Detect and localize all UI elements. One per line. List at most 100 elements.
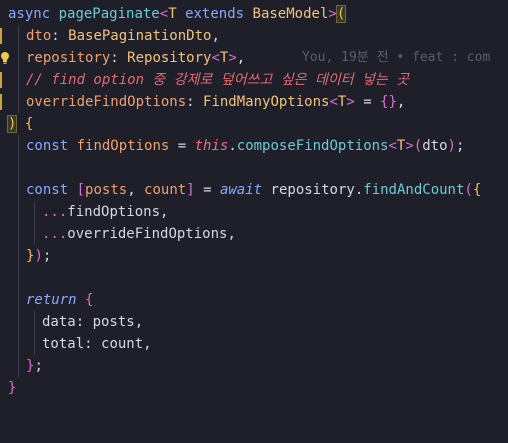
code-line[interactable]: data: posts, (0, 311, 508, 333)
param-name: repository (26, 50, 111, 66)
close-brace: } (8, 380, 17, 396)
param-name: overrideFindOptions (26, 94, 187, 110)
method-name: findAndCount (363, 182, 465, 198)
code-line[interactable]: }); (0, 245, 508, 267)
comma: , (211, 28, 220, 44)
indent-guide (18, 245, 19, 267)
code-line[interactable]: dto: BasePaginationDto, (0, 25, 508, 47)
indent-guide (18, 311, 19, 333)
indent-guide (18, 47, 19, 69)
indent-guide (34, 223, 35, 245)
param-type: FindManyOptions (203, 94, 330, 110)
modified-marker (0, 72, 2, 88)
keyword-return: return (26, 292, 77, 308)
indent-guide (34, 201, 35, 223)
code-line[interactable]: return { (0, 289, 508, 311)
modified-marker (0, 28, 2, 44)
indent-guide (18, 135, 19, 157)
method-name: composeFindOptions (236, 138, 389, 154)
object-value: count (101, 336, 144, 352)
keyword-const: const (26, 138, 69, 154)
code-editor[interactable]: async pagePaginate<T extends BaseModel>(… (0, 0, 508, 409)
indent-guide (18, 355, 19, 377)
code-line[interactable]: ...findOptions, (0, 201, 508, 223)
dot: . (354, 182, 364, 198)
variable-name: posts (85, 182, 128, 198)
indent-guide (18, 69, 19, 91)
object-key: data (42, 314, 76, 330)
open-paren: ( (413, 138, 423, 154)
colon: : (75, 314, 93, 330)
angle-close: > (328, 6, 337, 22)
code-line[interactable]: } (0, 377, 508, 399)
keyword-const: const (26, 182, 69, 198)
indent-guide (18, 267, 19, 289)
modified-marker (0, 94, 2, 110)
object-key: total (42, 336, 85, 352)
close-bracket: ] (186, 182, 195, 198)
comma: , (143, 336, 152, 352)
object-value: posts (92, 314, 135, 330)
colon: : (110, 50, 128, 66)
indent-guide (18, 91, 19, 113)
param-type: Repository (127, 50, 212, 66)
param-type: BasePaginationDto (68, 28, 212, 44)
code-line[interactable]: const [posts, count] = await repository.… (0, 179, 508, 201)
angle-open: < (211, 50, 220, 66)
comma: , (127, 182, 145, 198)
open-brace: { (472, 182, 482, 198)
indent-guide (34, 333, 35, 355)
angle-open: < (329, 94, 338, 110)
code-line[interactable]: repository: Repository<T>, You, 19분 전 • … (0, 47, 508, 69)
code-line[interactable]: total: count, (0, 333, 508, 355)
spread-operator: ... (42, 204, 68, 220)
close-paren: ) (447, 138, 456, 154)
open-paren: ( (335, 5, 347, 23)
close-paren: ) (34, 248, 43, 264)
code-comment: // find option 중 강제로 덮어쓰고 싶은 데이터 넣는 곳 (26, 72, 410, 88)
indent-guide (18, 179, 19, 201)
colon: : (51, 28, 69, 44)
indent-guide (18, 157, 19, 179)
comma: , (134, 314, 144, 330)
angle-close: > (228, 50, 237, 66)
variable-name: findOptions (67, 204, 161, 220)
code-line[interactable]: // find option 중 강제로 덮어쓰고 싶은 데이터 넣는 곳 (0, 69, 508, 91)
base-type: BaseModel (252, 6, 329, 22)
dot: . (228, 138, 237, 154)
keyword-await: await (219, 182, 263, 198)
comma: , (160, 204, 169, 220)
indent-guide (18, 333, 19, 355)
semicolon: ; (455, 138, 465, 154)
semicolon: ; (34, 358, 43, 374)
code-line[interactable] (0, 157, 508, 179)
variable-name: count (144, 182, 187, 198)
indent-guide (18, 201, 19, 223)
lightbulb-icon[interactable] (0, 51, 10, 65)
open-bracket: [ (76, 182, 86, 198)
code-line[interactable]: ) { (0, 113, 508, 135)
code-line[interactable]: }; (0, 355, 508, 377)
code-line[interactable]: overrideFindOptions: FindManyOptions<T> … (0, 91, 508, 113)
indent-guide (34, 311, 35, 333)
angle-open: < (388, 138, 397, 154)
open-brace: { (85, 292, 94, 308)
angle-open: < (159, 6, 169, 22)
keyword-async: async (8, 6, 51, 22)
indent-guide (18, 223, 19, 245)
code-line[interactable]: ...overrideFindOptions, (0, 223, 508, 245)
code-line[interactable]: async pagePaginate<T extends BaseModel>( (0, 3, 508, 25)
indent-guide (18, 25, 19, 47)
equals: = (169, 138, 195, 154)
code-line[interactable]: const findOptions = this.composeFindOpti… (0, 135, 508, 157)
colon: : (186, 94, 204, 110)
param-name: dto (26, 28, 52, 44)
indent-guide (18, 289, 19, 311)
keyword-extends: extends (185, 6, 245, 22)
function-name: pagePaginate (58, 6, 160, 22)
code-line[interactable] (0, 267, 508, 289)
equals: = (194, 182, 220, 198)
angle-close: > (405, 138, 414, 154)
angle-close: > (346, 94, 355, 110)
comma: , (236, 50, 246, 66)
